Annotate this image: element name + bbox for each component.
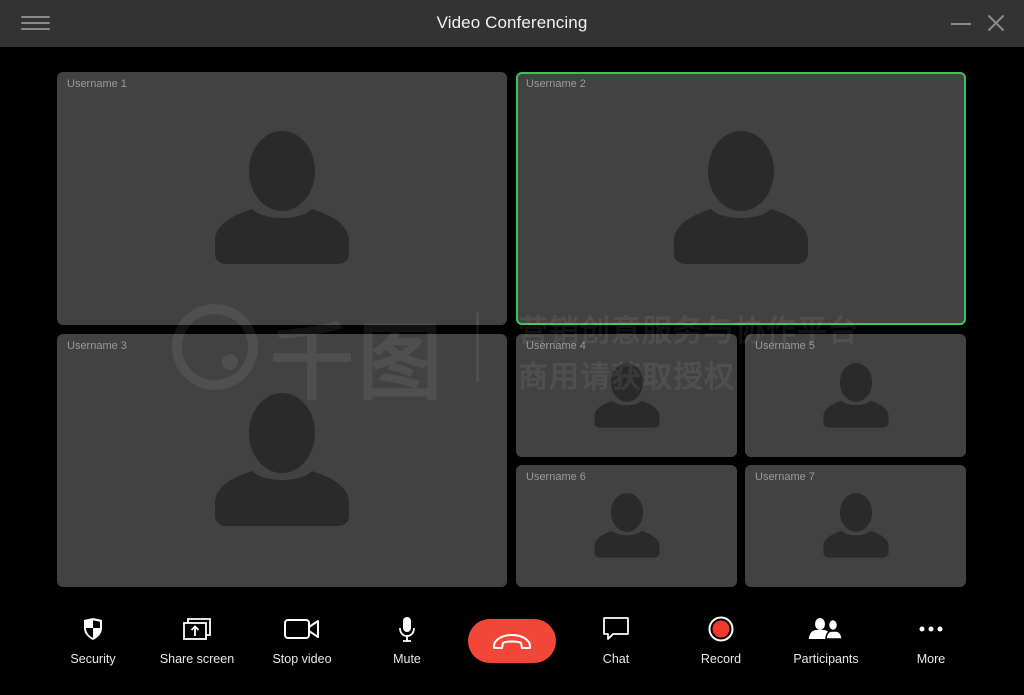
avatar-placeholder-icon: [593, 362, 660, 428]
participant-username: Username 5: [755, 340, 815, 352]
avatar-placeholder-icon: [674, 130, 808, 264]
security-label: Security: [70, 652, 116, 666]
close-icon: [988, 15, 1004, 31]
more-label: More: [916, 652, 946, 666]
participants-label: Participants: [793, 652, 859, 666]
avatar-placeholder-icon: [822, 362, 889, 428]
participant-tile-active-speaker[interactable]: Username 2: [516, 72, 966, 325]
record-label: Record: [700, 652, 742, 666]
participant-tile[interactable]: Username 1: [57, 72, 507, 325]
participants-button[interactable]: Participants: [774, 613, 878, 673]
stop-video-button[interactable]: Stop video: [250, 613, 354, 673]
window-title: Video Conferencing: [436, 13, 588, 32]
participant-username: Username 1: [67, 78, 127, 90]
participant-tile[interactable]: Username 7: [745, 465, 966, 587]
participant-username: Username 6: [526, 471, 586, 483]
record-icon: [708, 616, 734, 642]
title-bar: Video Conferencing: [0, 0, 1024, 47]
share-screen-icon: [183, 618, 211, 640]
share-screen-button[interactable]: Share screen: [145, 613, 249, 673]
chat-bubble-icon: [603, 617, 629, 640]
stop-video-label: Stop video: [272, 652, 332, 666]
mute-button[interactable]: Mute: [355, 613, 459, 673]
close-button[interactable]: [986, 13, 1006, 33]
avatar-placeholder-icon: [215, 130, 349, 264]
participant-tile[interactable]: Username 5: [745, 334, 966, 457]
avatar-placeholder-icon: [593, 492, 660, 558]
hang-up-icon: [493, 634, 531, 649]
shield-icon: [84, 618, 102, 640]
more-button[interactable]: More: [879, 613, 983, 673]
more-dots-icon: [919, 626, 943, 632]
end-call-button[interactable]: [468, 619, 556, 663]
participant-username: Username 3: [67, 340, 127, 352]
avatar-placeholder-icon: [822, 492, 889, 558]
participant-tile[interactable]: Username 3: [57, 334, 507, 587]
participant-username: Username 2: [526, 78, 586, 90]
security-button[interactable]: Security: [41, 613, 145, 673]
chat-button[interactable]: Chat: [564, 613, 668, 673]
mute-label: Mute: [393, 652, 421, 666]
record-button[interactable]: Record: [669, 613, 773, 673]
participant-tile[interactable]: Username 4: [516, 334, 737, 457]
minimize-icon: [951, 23, 971, 25]
participant-username: Username 4: [526, 340, 586, 352]
minimize-button[interactable]: [950, 14, 972, 34]
avatar-placeholder-icon: [215, 392, 349, 526]
video-camera-icon: [284, 619, 319, 639]
participant-username: Username 7: [755, 471, 815, 483]
participant-tile[interactable]: Username 6: [516, 465, 737, 587]
share-screen-label: Share screen: [159, 652, 235, 666]
chat-label: Chat: [602, 652, 630, 666]
microphone-icon: [399, 617, 415, 642]
participants-icon: [809, 618, 843, 640]
